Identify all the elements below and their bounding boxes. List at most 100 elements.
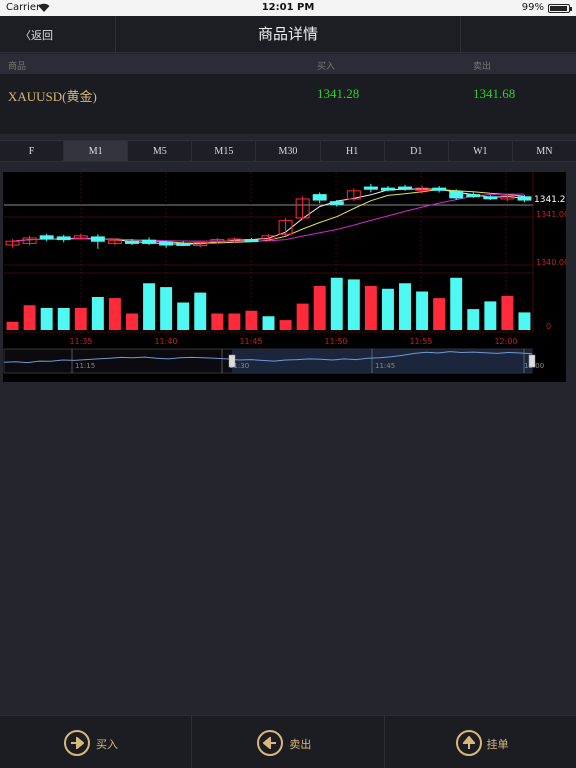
volume-bar [364,286,377,330]
pending-order-button[interactable]: 挂单 [385,716,576,768]
sell-price: 1341.68 [473,86,516,101]
symbol-name: XAUUSD(黄金) [8,89,97,104]
volume-bar [416,291,429,330]
volume-bar [143,283,156,330]
tab-period-m30[interactable]: M30 [256,141,321,161]
arrow-left-icon [257,730,284,756]
header-sell: 卖出 [473,62,492,72]
volume-bar [245,310,258,330]
tab-period-m1[interactable]: M1 [64,141,129,161]
status-bar: Carrier 12:01 PM 99% [0,0,576,16]
volume-bar [347,279,360,330]
volume-group [6,277,531,330]
buy-action-label: 买入 [96,738,118,751]
navigator-label: 11:15 [75,362,95,370]
candle-body [312,194,327,201]
volume-bar [330,277,343,330]
volume-bar [433,298,446,330]
navigator-handle-left[interactable] [228,354,236,368]
arrow-up-icon [455,730,482,756]
volume-bar [381,288,394,330]
nav-divider [460,16,461,53]
time-label: 11:45 [239,337,262,346]
volume-bar [279,320,292,330]
volume-bar [313,286,326,330]
chart-canvas[interactable]: 1341.281341.001340.00011:3511:4011:4511:… [3,172,566,382]
sell-action-button[interactable]: 卖出 [192,716,385,768]
tab-period-h1[interactable]: H1 [321,141,385,161]
time-label: 11:35 [69,337,92,346]
candle-body [244,239,259,243]
volume-bar [228,313,241,330]
candle-body [124,240,139,244]
sell-action-label: 卖出 [289,738,312,751]
candle-body [398,186,413,190]
candle-body [363,186,378,190]
candle-body [466,194,481,198]
volume-bar [23,305,36,330]
buy-action-button[interactable]: 买入 [0,716,193,768]
status-time: 12:01 PM [261,2,315,13]
candle-body [380,187,395,191]
time-label: 11:55 [409,337,432,346]
pending-order-label: 挂单 [486,738,509,751]
quote-row: XAUUSD(黄金) 1341.28 1341.68 [0,74,576,134]
time-label: 12:00 [494,337,517,346]
tab-period-m5[interactable]: M5 [128,141,193,161]
candle-body [56,236,71,241]
volume-bar [74,308,87,330]
volume-bar [262,316,275,330]
time-label: 11:40 [154,337,177,346]
volume-bar [450,277,463,330]
period-tabs: F M1 M5 M15 M30 H1 D1 W1 MN [0,140,576,162]
volume-bar [501,295,514,330]
candle-body [39,235,54,240]
navigator-handle-right[interactable] [528,354,536,368]
tab-period-w1[interactable]: W1 [449,141,513,161]
candle-body [517,196,532,201]
tab-period-mn[interactable]: MN [513,141,576,161]
time-label: 11:50 [324,337,347,346]
back-button[interactable]: 〈返回 [0,16,116,53]
volume-bar [467,309,480,330]
volume-bar [91,297,104,330]
tab-period-d1[interactable]: D1 [385,141,449,161]
tab-period-f[interactable]: F [0,141,65,161]
tab-period-m15[interactable]: M15 [192,141,257,161]
volume-bar [194,292,207,330]
candle-body [432,187,447,191]
volume-bar [177,302,190,330]
volume-bar [518,312,531,330]
volume-bar [57,308,70,330]
candle-body [329,201,344,205]
header-name: 商品 [8,62,27,72]
candle-body [176,242,191,246]
volume-bar [6,321,19,330]
volume-bar [160,287,173,330]
volume-bar [296,303,309,330]
candle-body [449,190,464,199]
page-title: 商品详情 [257,25,318,43]
price-axis-label: 1341.00 [536,210,566,219]
volume-bar [108,298,121,330]
nav-bar: 〈返回 商品详情 [0,16,576,53]
battery-percent: 99% [521,2,544,13]
volume-bar [211,313,224,330]
candle-body [90,236,105,242]
candle-body [159,241,174,246]
header-buy: 买入 [317,62,336,72]
time-navigator[interactable]: 11:1511:3011:4512:00 [3,348,544,374]
bottom-action-bar: 买入 卖出 挂单 [0,715,576,768]
candle-body [142,239,157,244]
volume-bar [40,308,53,330]
volume-axis-label: 0 [546,322,551,331]
volume-bar [484,301,497,330]
volume-bar [126,313,138,330]
battery-icon [548,4,572,13]
ma-magenta-line [12,193,525,242]
quote-table-header: 商品 买入 卖出 [0,54,576,74]
volume-bar [399,283,411,330]
candle-body [483,196,498,200]
arrow-right-icon [64,730,90,756]
kline-chart[interactable]: 1341.281341.001340.00011:3511:4011:4511:… [3,172,566,382]
